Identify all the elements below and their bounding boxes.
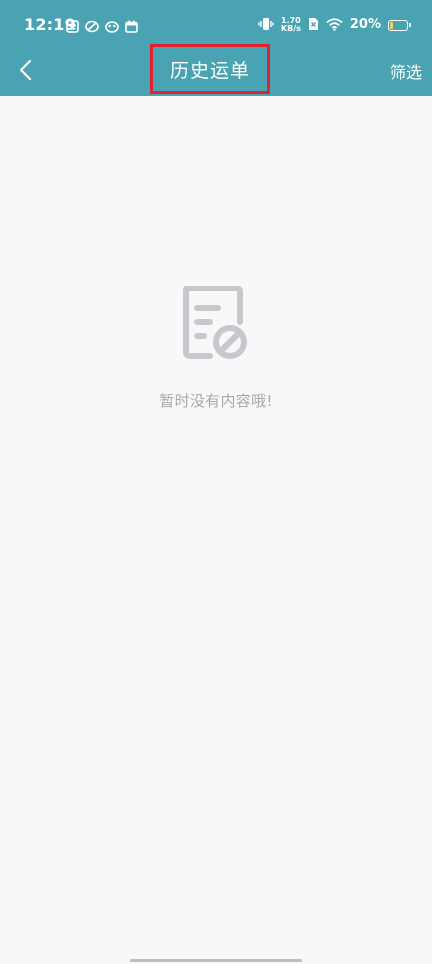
battery-icon: [388, 19, 411, 31]
album-icon: [66, 18, 79, 37]
title-highlight-box: 历史运单: [150, 44, 270, 94]
screen: 12:19 1.70 KB/s 20% 历史运单 筛选 暂时没有内容哦!: [0, 0, 432, 964]
chevron-left-icon: [12, 59, 40, 88]
filter-button[interactable]: 筛选: [390, 59, 422, 83]
status-bar: 12:19 1.70 KB/s 20%: [0, 0, 432, 48]
nav-header: 历史运单 筛选: [0, 44, 432, 96]
vibrate-icon: [258, 16, 274, 35]
network-speed: 1.70 KB/s: [281, 17, 301, 33]
page-title: 历史运单: [169, 59, 250, 82]
sim-blocked-icon: [308, 16, 319, 35]
empty-state: 暂时没有内容哦!: [0, 285, 432, 411]
net-speed-unit: KB/s: [280, 24, 301, 33]
empty-document-icon: [180, 285, 252, 366]
home-indicator[interactable]: [130, 959, 302, 962]
battery-level-fill: [390, 21, 393, 29]
wifi-icon: [326, 16, 343, 35]
status-right: 1.70 KB/s 20%: [258, 14, 411, 36]
calendar-icon: [125, 18, 138, 37]
notification-icons: [66, 18, 138, 37]
empty-message: 暂时没有内容哦!: [159, 392, 273, 410]
back-button[interactable]: [12, 56, 40, 84]
battery-percent: 20%: [349, 17, 381, 32]
leaf-icon: [85, 18, 99, 37]
mask-icon: [105, 18, 119, 37]
